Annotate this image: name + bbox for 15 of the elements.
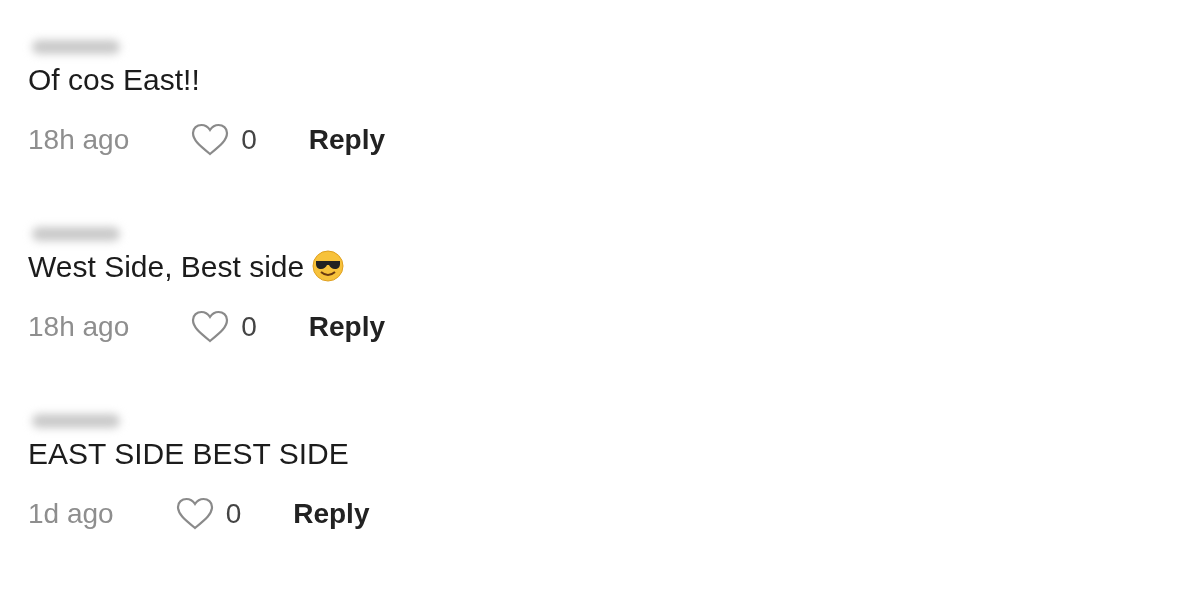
comment-time: 1d ago [28,498,114,530]
heart-icon[interactable] [191,123,230,157]
like-count: 0 [225,498,242,530]
reply-button[interactable]: Reply [308,311,386,343]
comment-time: 18h ago [28,124,130,156]
like-count: 0 [241,311,257,343]
heart-icon[interactable] [175,497,214,531]
comment-text: West Side, Best side [28,249,305,285]
like-count: 0 [241,124,257,156]
reply-button[interactable]: Reply [308,124,386,156]
heart-icon[interactable] [191,310,230,344]
comment-time: 18h ago [28,311,130,343]
comment-text: Of cos East!! [28,62,200,98]
comment-text: EAST SIDE BEST SIDE [28,436,349,472]
reply-button[interactable]: Reply [293,498,370,530]
